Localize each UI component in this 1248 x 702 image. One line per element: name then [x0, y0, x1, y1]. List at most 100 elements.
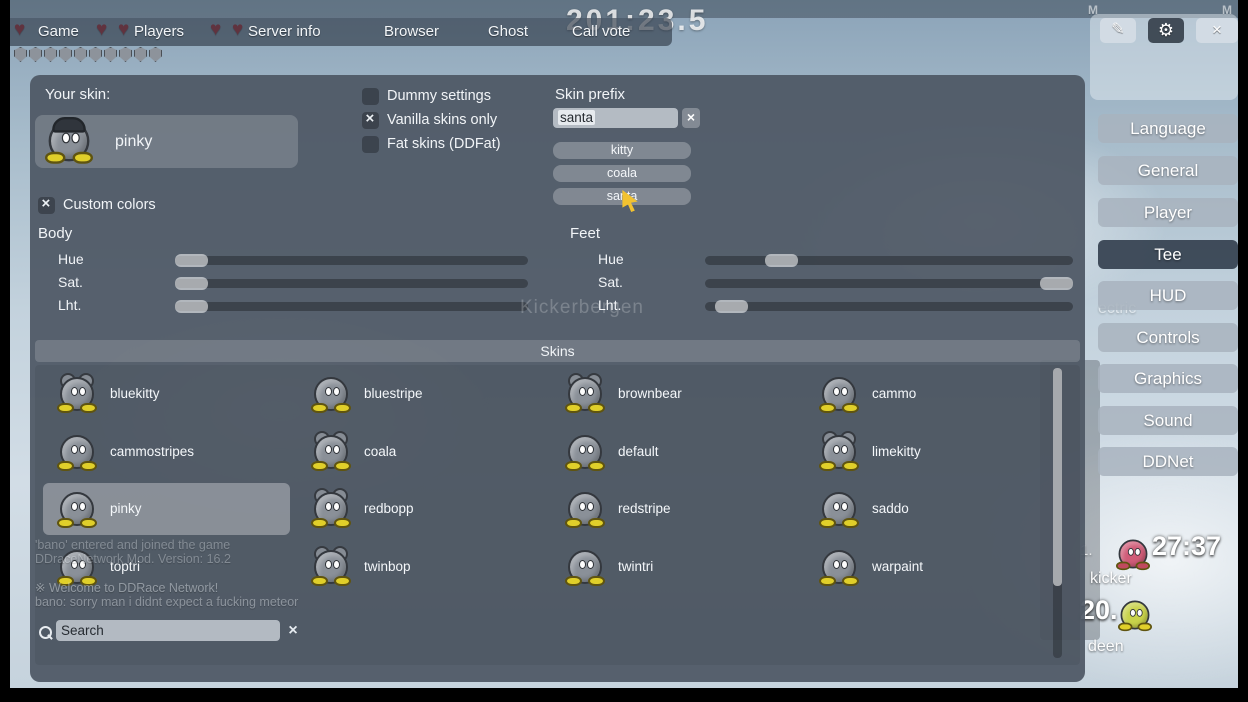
- tab-controls[interactable]: Controls: [1098, 323, 1238, 352]
- slider-handle[interactable]: [175, 300, 208, 313]
- skins-list-header: Skins: [35, 340, 1080, 362]
- skin-item-redstripe[interactable]: redstripe: [551, 483, 798, 535]
- map-name-watermark: Kickerbergen: [520, 297, 644, 319]
- tee-avatar: [819, 547, 859, 587]
- shield-icon: [74, 47, 87, 62]
- prefix-preset-kitty[interactable]: kitty: [553, 142, 691, 159]
- menu-bar: Game Players Server info Browser Ghost C…: [10, 18, 672, 46]
- skin-prefix-input[interactable]: santa: [553, 108, 678, 128]
- skin-name: saddo: [872, 483, 909, 535]
- tee-avatar: [57, 489, 97, 529]
- skin-name: default: [618, 426, 659, 478]
- checkbox-dummy-settings[interactable]: Dummy settings: [362, 87, 491, 105]
- skin-name: bluestripe: [364, 368, 423, 420]
- slider-handle[interactable]: [175, 254, 208, 267]
- menu-item-game[interactable]: Game: [38, 18, 79, 46]
- skin-name: coala: [364, 426, 396, 478]
- slider-handle[interactable]: [715, 300, 748, 313]
- tee-avatar: [565, 432, 605, 472]
- skin-item-twinbop[interactable]: twinbop: [297, 541, 544, 593]
- skin-item-limekitty[interactable]: limekitty: [805, 426, 1052, 478]
- skin-item-bluekitty[interactable]: bluekitty: [43, 368, 290, 420]
- menu-item-server-info[interactable]: Server info: [248, 18, 321, 46]
- tab-player[interactable]: Player: [1098, 198, 1238, 227]
- tab-sound[interactable]: Sound: [1098, 406, 1238, 435]
- chat-line: 'bano' entered and joined the game: [35, 538, 230, 552]
- editor-button[interactable]: ✎: [1100, 18, 1136, 43]
- prefix-preset-coala[interactable]: coala: [553, 165, 691, 182]
- skin-item-pinky[interactable]: pinky: [43, 483, 290, 535]
- close-icon: ×: [1212, 20, 1222, 39]
- skin-name: warpaint: [872, 541, 923, 593]
- skin-item-brownbear[interactable]: brownbear: [551, 368, 798, 420]
- body-lht-slider[interactable]: [175, 302, 528, 311]
- skin-name: bluekitty: [110, 368, 160, 420]
- quit-button[interactable]: ×: [1196, 18, 1238, 43]
- menu-item-ghost[interactable]: Ghost: [488, 18, 528, 46]
- prefix-preset-santa[interactable]: santa: [553, 188, 691, 205]
- skin-item-saddo[interactable]: saddo: [805, 483, 1052, 535]
- search-placeholder: Search: [61, 623, 104, 638]
- checkbox-custom-colors[interactable]: Custom colors: [38, 196, 156, 214]
- beanie-cap: [52, 117, 86, 133]
- shield-icon: [29, 47, 42, 62]
- menu-item-browser[interactable]: Browser: [384, 18, 439, 46]
- search-clear-button[interactable]: ×: [284, 621, 302, 641]
- checkbox-box[interactable]: [38, 197, 55, 214]
- menu-item-players[interactable]: Players: [134, 18, 184, 46]
- skin-item-twintri[interactable]: twintri: [551, 541, 798, 593]
- body-hue-slider[interactable]: [175, 256, 528, 265]
- skin-item-cammostripes[interactable]: cammostripes: [43, 426, 290, 478]
- skin-item-bluestripe[interactable]: bluestripe: [297, 368, 544, 420]
- checkbox-box[interactable]: [362, 88, 379, 105]
- slider-handle[interactable]: [1040, 277, 1073, 290]
- feet-hue-slider[interactable]: [705, 256, 1073, 265]
- skin-prefix-clear-button[interactable]: ×: [682, 108, 700, 128]
- skin-name: twinbop: [364, 541, 411, 593]
- tab-hud[interactable]: HUD: [1098, 281, 1238, 310]
- slider-handle[interactable]: [765, 254, 798, 267]
- skin-item-warpaint[interactable]: warpaint: [805, 541, 1052, 593]
- feet-hue-label: Hue: [598, 251, 624, 267]
- chat-line: bano: sorry man i didnt expect a fucking…: [35, 595, 298, 609]
- chat-line: DDraceNetwork Mod. Version: 16.2: [35, 552, 231, 566]
- scoreboard-name: kicker: [1090, 570, 1132, 588]
- skin-search-input[interactable]: Search: [56, 620, 280, 641]
- checkbox-vanilla-skins-only[interactable]: Vanilla skins only: [362, 111, 497, 129]
- checkbox-label: Vanilla skins only: [387, 112, 497, 128]
- checkbox-box[interactable]: [362, 112, 379, 129]
- tab-language[interactable]: Language: [1098, 114, 1238, 143]
- tee-avatar: [819, 432, 859, 472]
- tee-avatar-kicker: [1116, 537, 1150, 571]
- feet-lht-slider[interactable]: [705, 302, 1073, 311]
- skin-name: redstripe: [618, 483, 671, 535]
- skin-item-default[interactable]: default: [551, 426, 798, 478]
- tee-avatar: [57, 374, 97, 414]
- checkbox-box[interactable]: [362, 136, 379, 153]
- checkbox-label: Dummy settings: [387, 88, 491, 104]
- tee-avatar: [819, 489, 859, 529]
- slider-handle[interactable]: [175, 277, 208, 290]
- feet-sat-slider[interactable]: [705, 279, 1073, 288]
- shield-icon: [119, 47, 132, 62]
- current-skin-preview: pinky: [35, 115, 298, 168]
- tab-tee[interactable]: Tee: [1098, 240, 1238, 269]
- skins-scrollbar-thumb[interactable]: [1053, 368, 1062, 586]
- skin-item-cammo[interactable]: cammo: [805, 368, 1052, 420]
- game-screen: ♥ ♥ ♥ ♥ ♥ 201:23.5 M M Game Players Serv…: [0, 0, 1248, 702]
- menu-item-call-vote[interactable]: Call vote: [572, 18, 630, 46]
- settings-button[interactable]: ⚙: [1148, 18, 1184, 43]
- checkbox-fat-skins[interactable]: Fat skins (DDFat): [362, 135, 501, 153]
- tee-avatar: [57, 432, 97, 472]
- tab-general[interactable]: General: [1098, 156, 1238, 185]
- skin-name: redbopp: [364, 483, 414, 535]
- tab-ddnet[interactable]: DDNet: [1098, 447, 1238, 476]
- skin-item-coala[interactable]: coala: [297, 426, 544, 478]
- skins-scrollbar[interactable]: [1053, 368, 1062, 658]
- tee-avatar: [311, 547, 351, 587]
- tee-avatar: [565, 547, 605, 587]
- skin-item-redbopp[interactable]: redbopp: [297, 483, 544, 535]
- tab-graphics[interactable]: Graphics: [1098, 364, 1238, 393]
- shield-icon: [134, 47, 147, 62]
- body-sat-slider[interactable]: [175, 279, 528, 288]
